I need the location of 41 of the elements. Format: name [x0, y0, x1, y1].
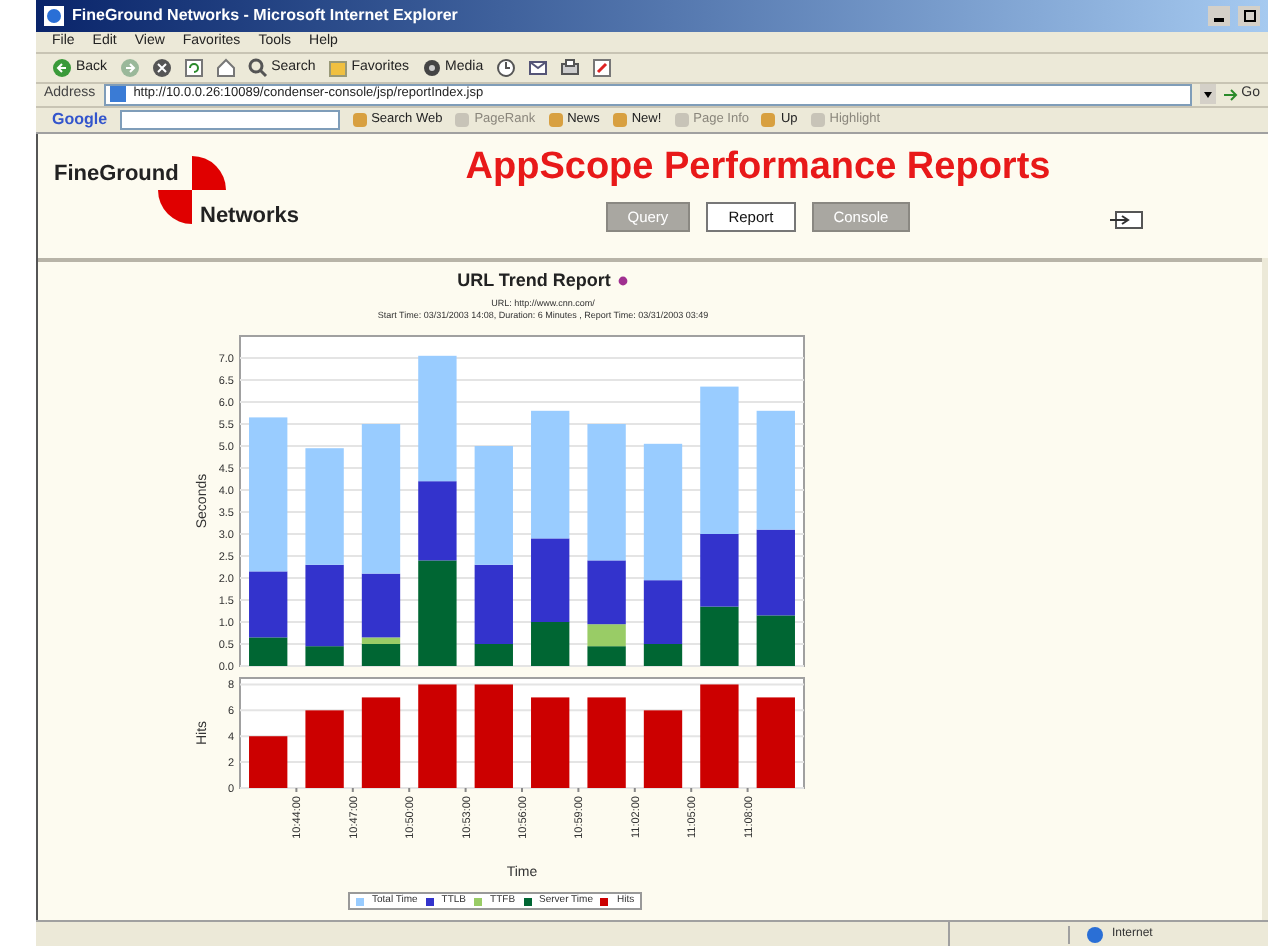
- stop-icon: [151, 57, 172, 78]
- toolbar-glyph-icon: [454, 111, 471, 127]
- forward-arrow-icon: [119, 57, 140, 78]
- logo-text: Networks: [200, 201, 300, 231]
- printer-icon: [559, 57, 580, 78]
- envelope-icon: [527, 57, 548, 78]
- mail-button[interactable]: [527, 57, 548, 78]
- search-icon: [247, 57, 268, 78]
- toolbar-glyph-icon: [760, 111, 777, 127]
- history-button[interactable]: [495, 57, 516, 78]
- maximize-icon: [1243, 9, 1255, 22]
- disc-icon: [421, 57, 442, 78]
- browser-icon: [44, 5, 64, 26]
- info-dot-icon[interactable]: [618, 275, 629, 286]
- toolbar-glyph-icon: [547, 111, 564, 127]
- refresh-icon: [183, 57, 204, 78]
- toolbar-glyph-icon: [351, 111, 368, 127]
- toolbar-glyph-icon: [611, 111, 628, 127]
- google-logo[interactable]: Google: [52, 107, 108, 131]
- minimize-icon: [1214, 17, 1224, 22]
- logo-text: FineGround: [54, 159, 179, 189]
- print-button[interactable]: [559, 57, 580, 78]
- pencil-icon: [591, 57, 612, 78]
- toolbar-glyph-icon: [809, 111, 826, 127]
- stop-button[interactable]: [151, 57, 172, 78]
- exit-icon[interactable]: [1110, 209, 1144, 229]
- search-field[interactable]: [119, 109, 340, 129]
- back-arrow-icon: [52, 57, 72, 78]
- page-title: AppScope Performance Reports: [465, 143, 1051, 191]
- home-button[interactable]: [215, 57, 236, 78]
- minimize-button[interactable]: [1208, 5, 1230, 26]
- globe-icon: [1086, 925, 1104, 943]
- edit-button[interactable]: [591, 57, 612, 78]
- go-arrow-icon: [1223, 87, 1238, 101]
- maximize-button[interactable]: [1238, 5, 1260, 26]
- home-icon: [215, 57, 236, 78]
- refresh-button[interactable]: [183, 57, 204, 78]
- toolbar-glyph-icon: [673, 111, 690, 127]
- clock-icon: [495, 57, 516, 78]
- report-title: URL Trend Report: [457, 267, 611, 294]
- window-title: FineGround Networks - Microsoft Internet Explorer: [72, 3, 458, 28]
